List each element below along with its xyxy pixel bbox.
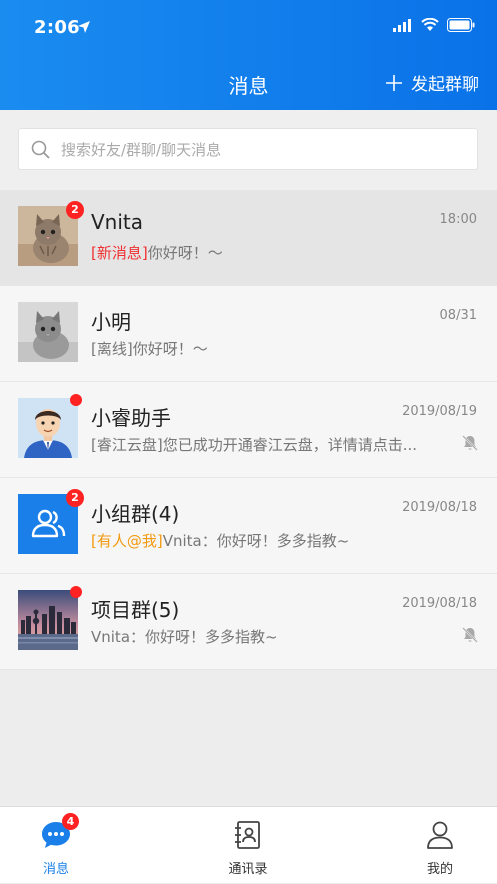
muted-bell-icon xyxy=(462,627,478,643)
signal-icon xyxy=(393,18,411,32)
search-icon xyxy=(31,140,50,159)
contacts-icon xyxy=(235,821,260,849)
preview-text: Vnita：你好呀！多多指教~ xyxy=(162,532,350,550)
tab-messages[interactable]: 4 消息 xyxy=(0,807,116,884)
tab-label: 我的 xyxy=(426,862,453,877)
tab-label: 通讯录 xyxy=(228,862,268,877)
unread-dot xyxy=(70,586,82,598)
chat-time: 2019/08/18 xyxy=(402,596,477,611)
start-group-chat-button[interactable]: 发起群聊 xyxy=(385,70,479,95)
search-bar xyxy=(0,110,497,190)
city-skyline-avatar xyxy=(18,590,78,650)
kitten-gray-avatar xyxy=(18,302,78,362)
chat-name: 项目群(5) xyxy=(91,598,180,622)
search-box[interactable] xyxy=(18,128,478,171)
chat-preview: [新消息]你好呀！～ xyxy=(91,242,223,263)
chat-name: 小明 xyxy=(91,310,131,334)
tab-profile[interactable]: 我的 xyxy=(380,807,497,884)
tab-label: 消息 xyxy=(42,862,69,877)
chat-item-vnita[interactable]: 2 Vnita 18:00 [新消息]你好呀！～ xyxy=(0,190,497,286)
tab-contacts[interactable]: 通讯录 xyxy=(188,807,308,884)
chat-list: 2 Vnita 18:00 [新消息]你好呀！～ 小明 08/31 [离线]你好… xyxy=(0,190,497,670)
chat-time: 2019/08/18 xyxy=(402,500,477,515)
tab-unread-badge: 4 xyxy=(62,813,79,830)
chat-preview: Vnita：你好呀！多多指教~ xyxy=(91,628,278,646)
chat-name: 小睿助手 xyxy=(91,406,171,430)
search-input[interactable] xyxy=(59,129,463,171)
chat-item-xiaoming[interactable]: 小明 08/31 [离线]你好呀！～ xyxy=(0,286,497,382)
plus-icon xyxy=(386,74,402,91)
preview-text: 你好呀！～ xyxy=(147,244,223,262)
muted-bell-icon xyxy=(462,435,478,451)
mention-tag: [有人@我] xyxy=(91,532,163,550)
chat-preview: [有人@我]Vnita：你好呀！多多指教~ xyxy=(91,530,349,551)
chat-time: 2019/08/19 xyxy=(402,404,477,419)
unread-badge: 2 xyxy=(66,489,84,507)
chat-preview: [离线]你好呀！～ xyxy=(91,340,208,358)
chat-item-assistant[interactable]: 小睿助手 2019/08/19 [睿江云盘]您已成功开通睿江云盘，详情请点击..… xyxy=(0,382,497,478)
chat-item-project-group[interactable]: 项目群(5) 2019/08/18 Vnita：你好呀！多多指教~ xyxy=(0,574,497,670)
chat-name: 小组群(4) xyxy=(91,502,180,526)
start-group-chat-label: 发起群聊 xyxy=(411,75,479,95)
status-time: 2:06 xyxy=(34,17,80,38)
status-icons xyxy=(393,18,475,32)
wifi-icon xyxy=(421,18,439,31)
chat-preview: [睿江云盘]您已成功开通睿江云盘，详情请点击... xyxy=(91,436,418,454)
assistant-avatar xyxy=(18,398,78,458)
new-message-tag: [新消息] xyxy=(91,244,148,262)
person-icon xyxy=(427,821,453,849)
chat-time: 18:00 xyxy=(439,212,477,227)
app-header: 2:06 消息 发起群聊 xyxy=(0,0,497,110)
chat-name: Vnita xyxy=(91,210,144,234)
bottom-tab-bar: 4 消息 通讯录 我的 xyxy=(0,806,497,883)
unread-badge: 2 xyxy=(66,201,84,219)
chat-item-group[interactable]: 2 小组群(4) 2019/08/18 [有人@我]Vnita：你好呀！多多指教… xyxy=(0,478,497,574)
battery-icon xyxy=(447,18,475,32)
unread-dot xyxy=(70,394,82,406)
chat-time: 08/31 xyxy=(439,308,477,323)
location-arrow-icon xyxy=(78,21,90,33)
